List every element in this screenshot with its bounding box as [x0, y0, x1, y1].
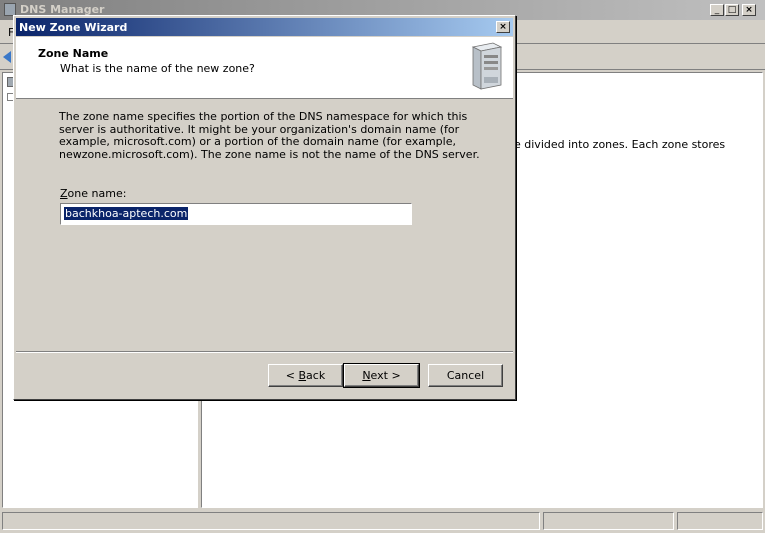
zone-name-label-text: one name:	[67, 187, 127, 200]
back-accel: B	[298, 369, 307, 382]
zone-name-label-accel: Z	[60, 187, 68, 200]
close-button[interactable]: ×	[742, 4, 756, 16]
back-button[interactable]: < Back	[268, 364, 343, 387]
status-bar	[0, 510, 765, 533]
content-description: e divided into zones. Each zone stores	[514, 138, 726, 151]
cancel-button[interactable]: Cancel	[428, 364, 503, 387]
back-rest: ack	[306, 369, 326, 382]
maximize-button[interactable]: □	[725, 4, 739, 16]
wizard-title: New Zone Wizard	[19, 21, 128, 34]
wizard-close-button[interactable]: ×	[496, 21, 510, 33]
minimize-button[interactable]: _	[710, 4, 724, 16]
wizard-titlebar[interactable]: New Zone Wizard ×	[16, 18, 513, 36]
back-prefix: <	[285, 369, 299, 382]
header-subtitle: What is the name of the new zone?	[60, 62, 255, 75]
next-accel: N	[362, 369, 371, 382]
wizard-header: Zone Name What is the name of the new zo…	[16, 37, 513, 99]
status-panel-3	[677, 512, 763, 530]
new-zone-wizard-dialog: New Zone Wizard × Zone Name What is the …	[13, 15, 516, 400]
status-panel-2	[543, 512, 674, 530]
back-arrow-icon[interactable]	[3, 51, 11, 63]
server-icon	[467, 41, 507, 91]
status-panel-1	[2, 512, 540, 530]
next-rest: ext >	[370, 369, 401, 382]
footer-separator	[16, 351, 513, 353]
zone-name-label: Zone name:	[60, 187, 126, 200]
next-button[interactable]: Next >	[343, 363, 420, 388]
zone-name-input[interactable]: bachkhoa-aptech.com	[60, 203, 412, 225]
zone-name-value: bachkhoa-aptech.com	[64, 207, 189, 220]
zone-description: The zone name specifies the portion of t…	[59, 110, 480, 161]
header-title: Zone Name	[38, 47, 109, 60]
